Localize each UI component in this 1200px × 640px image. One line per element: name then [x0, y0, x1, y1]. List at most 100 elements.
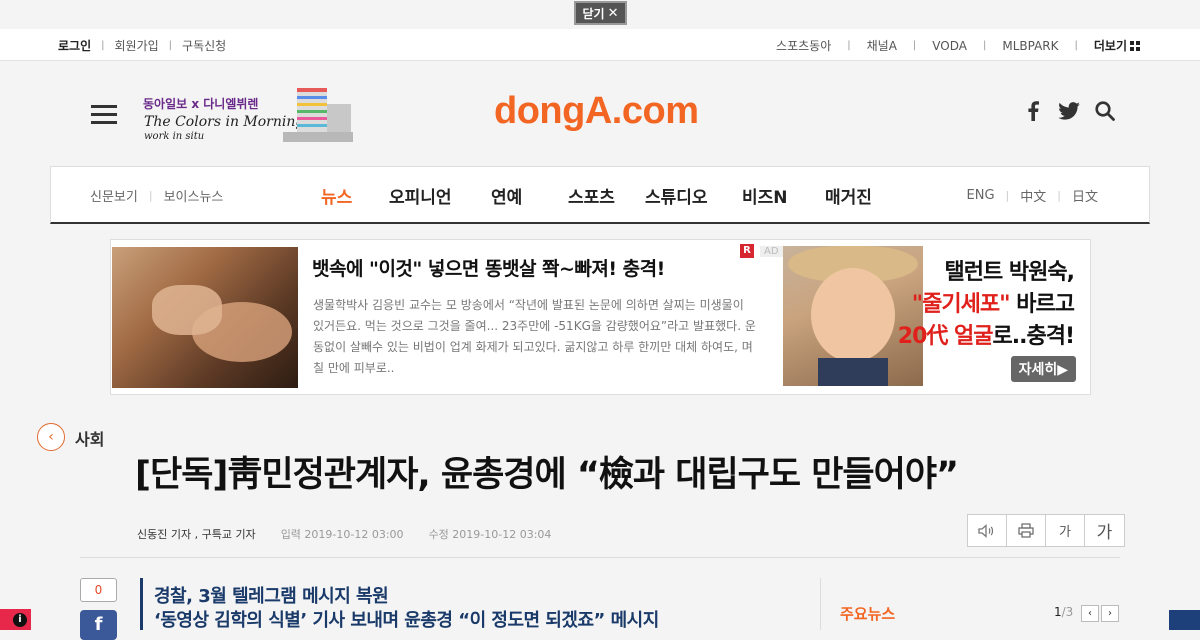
info-icon: i [13, 613, 27, 627]
page-current: 1 [1054, 605, 1062, 619]
share-count: 0 [80, 578, 117, 602]
separator: | [1057, 189, 1061, 202]
nav-left: 신문보기 | 보이스뉴스 [90, 186, 223, 205]
ad-celebrity-photo [783, 246, 923, 386]
nav-item-news[interactable]: 뉴스 [321, 183, 389, 208]
login-link[interactable]: 로그인 [58, 37, 91, 54]
nav-languages: ENG | 中文 | 日文 [967, 186, 1098, 205]
signup-link[interactable]: 회원가입 [115, 37, 159, 54]
building-image [283, 88, 353, 142]
nav-newspaper[interactable]: 신문보기 [90, 186, 138, 205]
facebook-icon[interactable] [1022, 100, 1044, 122]
main-news-pager: 1/3 [1054, 605, 1073, 619]
ad-photo-detail [811, 268, 895, 362]
article-headline: [단독]靑민정관계자, 윤총경에 “檢과 대립구도 만들어야” [135, 455, 959, 495]
divider [80, 557, 1120, 558]
article-tools: 가 가 [967, 514, 1125, 547]
font-larger-button[interactable]: 가 [1085, 515, 1124, 546]
lang-eng[interactable]: ENG [967, 188, 995, 203]
ad-banner-line2-rest: 바르고 [1009, 292, 1075, 317]
nav-item-studio[interactable]: 스튜디오 [645, 183, 742, 208]
grid-icon [1130, 41, 1140, 51]
top-close-button[interactable]: 닫기 ✕ [574, 1, 627, 25]
more-link[interactable]: 더보기 [1094, 37, 1140, 54]
menu-icon[interactable] [91, 105, 117, 125]
close-icon: ✕ [607, 5, 619, 21]
speaker-icon[interactable] [968, 515, 1007, 546]
nav-item-opinion[interactable]: 오피니언 [389, 183, 491, 208]
header-icons [1022, 100, 1116, 122]
ad-banner-line3-red: 20代 얼굴 [897, 324, 994, 349]
info-badge[interactable]: i [0, 609, 31, 630]
page-total: /3 [1061, 605, 1074, 619]
nav-voicenews[interactable]: 보이스뉴스 [164, 186, 224, 205]
separator: | [101, 40, 105, 51]
font-smaller-button[interactable]: 가 [1046, 515, 1085, 546]
column-divider [820, 578, 821, 630]
promo-line3: work in situ [144, 131, 205, 142]
promo-line1: 동아일보 x 다니엘뷔렌 [143, 97, 259, 111]
nav-item-entertainment[interactable]: 연예 [491, 183, 568, 208]
mlbpark-link[interactable]: MLBPARK [1002, 39, 1058, 53]
nav-item-bizn[interactable]: 비즈N [742, 183, 825, 208]
top-close-label: 닫기 [582, 6, 605, 21]
separator: | [982, 40, 987, 51]
chevron-left-icon: ‹ [48, 429, 54, 445]
more-label: 더보기 [1093, 39, 1127, 53]
side-banner[interactable] [1169, 610, 1200, 630]
ad-photo-detail [818, 358, 888, 386]
ad-banner-line3: 20代 얼굴로..충격! [897, 318, 1075, 350]
separator: | [912, 40, 917, 51]
subhead-1: 경찰, 3월 텔레그램 메시지 복원 [154, 586, 389, 607]
separator: | [148, 189, 153, 202]
ad-banner-line2: "줄기세포" 바르고 [911, 286, 1075, 318]
main-nav: 신문보기 | 보이스뉴스 뉴스 오피니언 연예 스포츠 스튜디오 비즈N 매거진… [50, 166, 1150, 224]
facebook-icon: f [94, 614, 103, 635]
nav-item-sports[interactable]: 스포츠 [568, 183, 645, 208]
ad-banner-line3-rest: 로..충격! [992, 324, 1075, 349]
separator: | [1005, 189, 1010, 202]
ad-photo-massage[interactable] [112, 247, 298, 388]
utility-left: 로그인 | 회원가입 | 구독신청 [58, 37, 226, 54]
back-button[interactable]: ‹ [37, 423, 65, 451]
voda-link[interactable]: VODA [932, 39, 967, 53]
next-page-button[interactable]: › [1101, 605, 1119, 622]
sportsdonga-link[interactable]: 스포츠동아 [776, 37, 831, 54]
lang-japanese[interactable]: 日文 [1072, 186, 1098, 205]
subhead-2: ‘동영상 김학의 식별’ 기사 보내며 윤총경 “이 정도면 되겠죠” 메시지 [154, 610, 659, 631]
subscribe-link[interactable]: 구독신청 [182, 37, 226, 54]
prev-page-button[interactable]: ‹ [1081, 605, 1099, 622]
section-label[interactable]: 사회 [75, 426, 104, 450]
modified-date: 수정 2019-10-12 03:04 [428, 528, 552, 541]
pager-buttons: ‹ › [1081, 605, 1119, 622]
print-icon[interactable] [1007, 515, 1046, 546]
ad-photo-celebrity[interactable]: 탤런트 박원숙, "줄기세포" 바르고 20代 얼굴로..충격! 자세히▶ [783, 246, 1088, 386]
facebook-share-button[interactable]: f [80, 610, 117, 640]
separator: | [168, 40, 173, 51]
lang-chinese[interactable]: 中文 [1020, 186, 1046, 205]
main-news-title: 주요뉴스 [840, 605, 896, 623]
separator: | [847, 40, 851, 51]
chevron-right-icon: › [1108, 608, 1112, 619]
promo-banner[interactable]: 동아일보 x 다니엘뷔렌 The Colors in Morning Calm … [143, 84, 355, 144]
utility-bar: 로그인 | 회원가입 | 구독신청 스포츠동아 | 채널A | VODA | M… [0, 29, 1200, 61]
ad-banner[interactable]: 뱃속에 "이것" 넣으면 똥뱃살 쫙~빠져! 충격! 생물학박사 김응빈 교수는… [110, 239, 1091, 395]
byline: 신동진 기자 , 구특교 기자 입력 2019-10-12 03:00 수정 2… [137, 526, 551, 542]
ad-label: AD [760, 246, 783, 257]
ad-text[interactable]: 생물학박사 김응빈 교수는 모 방송에서 “작년에 발표된 논문에 의하면 살찌… [313, 295, 758, 379]
ad-more-button[interactable]: 자세히▶ [1010, 356, 1076, 382]
separator: | [1074, 40, 1078, 51]
ad-r-badge: R [740, 244, 754, 258]
subhead-bar [140, 578, 143, 630]
reporters: 신동진 기자 , 구특교 기자 [137, 528, 256, 541]
ad-banner-line2-red: "줄기세포" [911, 292, 1011, 317]
search-icon[interactable] [1094, 100, 1116, 122]
channela-link[interactable]: 채널A [867, 37, 897, 54]
input-date: 입력 2019-10-12 03:00 [280, 528, 404, 541]
ad-photo-detail [152, 285, 222, 335]
ad-banner-line1: 탤런트 박원숙, [944, 260, 1075, 285]
nav-item-magazine[interactable]: 매거진 [825, 183, 872, 208]
ad-title[interactable]: 뱃속에 "이것" 넣으면 똥뱃살 쫙~빠져! 충격! [312, 254, 665, 281]
site-logo[interactable]: dongA.com [494, 90, 699, 133]
twitter-icon[interactable] [1058, 100, 1080, 122]
